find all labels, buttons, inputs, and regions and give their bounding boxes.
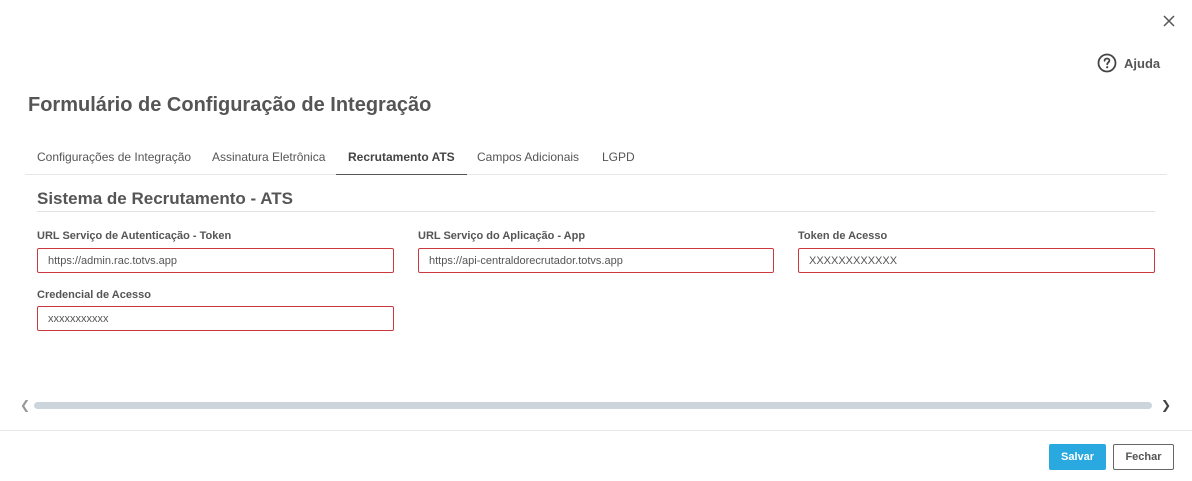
tab-bar: Configurações de Integração Assinatura E… [25, 142, 1167, 175]
credential-label: Credencial de Acesso [37, 289, 151, 301]
tab-configuracoes-de-integracao[interactable]: Configurações de Integração [25, 142, 203, 175]
tab-recrutamento-ats[interactable]: Recrutamento ATS [336, 142, 467, 175]
chevron-right-icon[interactable]: ❯ [1161, 398, 1171, 412]
token-label: Token de Acesso [798, 230, 888, 242]
section-divider [37, 211, 1155, 212]
tab-campos-adicionais[interactable]: Campos Adicionais [465, 142, 591, 175]
footer-divider [0, 430, 1192, 431]
close-icon [1163, 15, 1175, 27]
save-button[interactable]: Salvar [1049, 444, 1106, 470]
credential-input[interactable] [37, 306, 394, 331]
app-url-label: URL Serviço do Aplicação - App [418, 230, 586, 242]
section-title: Sistema de Recrutamento - ATS [37, 189, 294, 208]
auth-url-label: URL Serviço de Autenticação - Token [37, 230, 232, 242]
tab-lgpd[interactable]: LGPD [590, 142, 647, 175]
page-title: Formulário de Configuração de Integração [28, 94, 432, 116]
close-button[interactable] [1160, 12, 1178, 30]
token-input[interactable] [798, 248, 1155, 273]
horizontal-scrollbar[interactable] [34, 402, 1152, 409]
help-link[interactable]: Ajuda [1097, 53, 1160, 73]
auth-url-input[interactable] [37, 248, 394, 273]
close-dialog-button[interactable]: Fechar [1113, 444, 1174, 470]
help-icon [1097, 53, 1117, 73]
app-url-input[interactable] [418, 248, 774, 273]
chevron-left-icon[interactable]: ❮ [20, 398, 30, 412]
tab-assinatura-eletronica[interactable]: Assinatura Eletrônica [200, 142, 337, 175]
help-label: Ajuda [1124, 55, 1161, 71]
